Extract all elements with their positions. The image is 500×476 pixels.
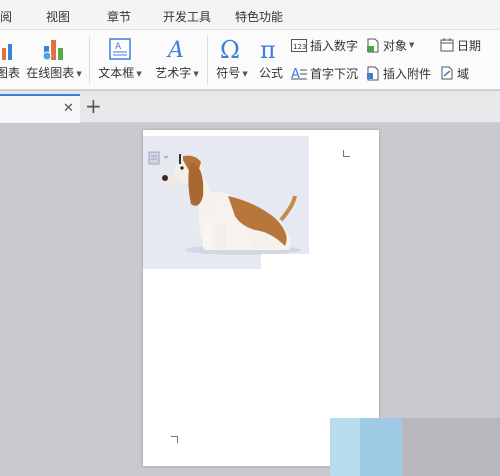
chart-icon: [2, 44, 12, 60]
dropcap-button[interactable]: A 首字下沉: [291, 64, 358, 82]
tab-features[interactable]: 特色功能: [235, 8, 283, 25]
page-margin-corner: [343, 150, 350, 157]
chevron-down-icon: ▼: [409, 41, 415, 49]
dog-picture: [143, 136, 309, 269]
field-button[interactable]: 域: [440, 64, 469, 82]
pi-icon: π: [260, 36, 276, 62]
textbox-icon: A: [109, 38, 131, 60]
svg-text:123: 123: [293, 43, 306, 51]
calendar-icon: [440, 38, 454, 52]
symbol-button[interactable]: Ω 符号 ▼: [213, 36, 251, 81]
chart-button[interactable]: 图表: [0, 36, 20, 81]
wordart-button[interactable]: A 艺术字 ▼: [153, 36, 201, 81]
menu-bar: 阅 视图 章节 开发工具 特色功能: [0, 0, 500, 30]
overlay-block: [360, 418, 402, 476]
svg-text:Ω: Ω: [220, 36, 240, 62]
attachment-icon: [367, 66, 379, 80]
ribbon-divider: [89, 36, 90, 84]
formula-button[interactable]: π 公式: [255, 36, 287, 81]
chevron-down-icon: ▼: [242, 69, 248, 78]
svg-text:A: A: [115, 42, 122, 52]
svg-text:A: A: [291, 67, 300, 80]
page-margin-corner: [171, 436, 178, 443]
insert-number-button[interactable]: 123 插入数字: [291, 36, 358, 54]
chevron-down-icon: ▼: [136, 69, 142, 78]
svg-text:A: A: [166, 38, 184, 62]
tab-developer[interactable]: 开发工具: [163, 8, 211, 25]
date-button[interactable]: 日期: [440, 36, 481, 54]
chevron-down-icon: ▼: [76, 69, 82, 78]
svg-text:π: π: [260, 36, 276, 62]
dropcap-icon: A: [291, 67, 307, 80]
object-button[interactable]: 对象 ▼: [366, 36, 414, 54]
chevron-down-icon: ▼: [193, 69, 199, 78]
object-icon: [367, 38, 379, 52]
tab-review[interactable]: 阅: [0, 8, 12, 25]
document-tab-bar: ✕ +: [0, 91, 500, 123]
ribbon-divider: [207, 36, 208, 84]
field-icon: [441, 66, 453, 80]
inserted-dog-image[interactable]: [143, 136, 309, 269]
omega-icon: Ω: [220, 36, 240, 62]
overlay-block: [402, 418, 500, 476]
image-edge-mask: [261, 254, 309, 269]
online-chart-icon: [42, 40, 63, 61]
tab-view[interactable]: 视图: [46, 8, 70, 25]
document-page[interactable]: [143, 130, 379, 466]
document-tab[interactable]: ✕: [0, 94, 80, 123]
close-icon[interactable]: ✕: [63, 101, 74, 116]
new-tab-plus-icon[interactable]: +: [85, 94, 102, 118]
wordart-icon: A: [166, 38, 184, 62]
online-chart-button[interactable]: 在线图表 ▼: [25, 36, 83, 81]
ribbon-toolbar: 图表 在线图表 ▼ A 文本框 ▼ A 艺术字 ▼ Ω 符号 ▼ π 公式 12…: [0, 30, 500, 90]
number-icon: 123: [291, 38, 307, 52]
textbox-button[interactable]: A 文本框 ▼: [95, 36, 145, 81]
tab-chapter[interactable]: 章节: [107, 8, 131, 25]
attach-file-button[interactable]: 插入附件: [366, 64, 431, 82]
